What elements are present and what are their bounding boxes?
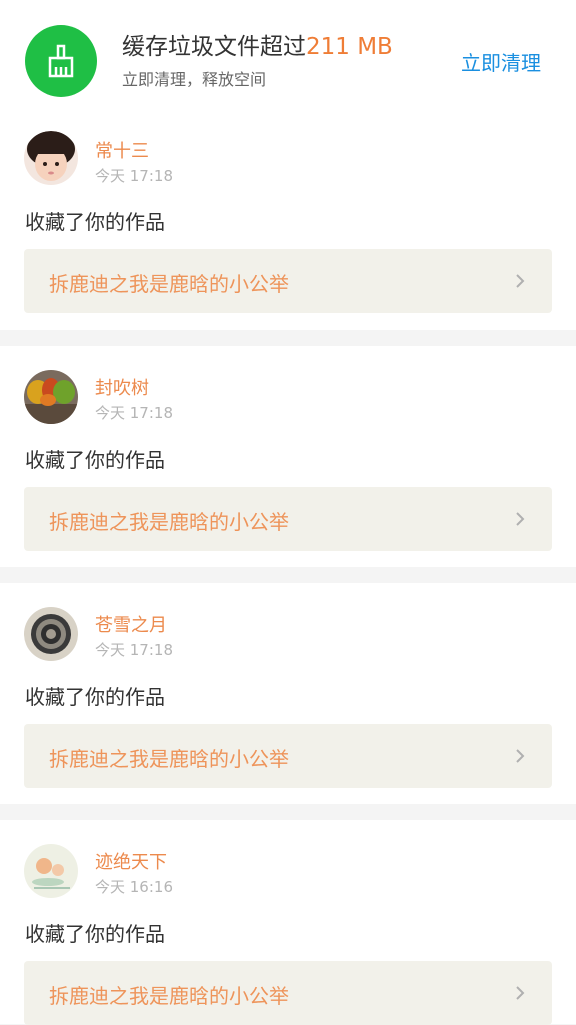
work-title: 拆鹿迪之我是鹿晗的小公举 bbox=[49, 984, 289, 1008]
post-time: 今天 17:18 bbox=[95, 641, 173, 659]
cache-warning-prefix: 缓存垃圾文件超过 bbox=[122, 34, 306, 60]
chevron-right-icon bbox=[516, 749, 525, 763]
post-time: 今天 17:18 bbox=[95, 167, 173, 185]
activity-text: 收藏了你的作品 bbox=[25, 448, 165, 472]
clean-now-button[interactable]: 立即清理 bbox=[461, 47, 541, 76]
feed-card: 迹绝天下 今天 16:16 收藏了你的作品 拆鹿迪之我是鹿晗的小公举 bbox=[0, 820, 576, 1025]
avatar[interactable] bbox=[24, 844, 78, 898]
activity-text: 收藏了你的作品 bbox=[25, 922, 165, 946]
cache-warning-title: 缓存垃圾文件超过211 MB bbox=[122, 27, 393, 61]
chevron-right-icon bbox=[516, 274, 525, 288]
user-name[interactable]: 苍雪之月 bbox=[95, 611, 167, 637]
avatar[interactable] bbox=[24, 370, 78, 424]
chevron-right-icon bbox=[516, 512, 525, 526]
avatar[interactable] bbox=[24, 131, 78, 185]
work-link[interactable]: 拆鹿迪之我是鹿晗的小公举 bbox=[24, 961, 552, 1025]
feed-card: 常十三 今天 17:18 收藏了你的作品 拆鹿迪之我是鹿晗的小公举 bbox=[0, 120, 576, 330]
user-name[interactable]: 迹绝天下 bbox=[95, 848, 167, 874]
work-title: 拆鹿迪之我是鹿晗的小公举 bbox=[49, 747, 289, 771]
post-time: 今天 16:16 bbox=[95, 878, 173, 896]
activity-text: 收藏了你的作品 bbox=[25, 210, 165, 234]
broom-icon bbox=[25, 25, 97, 97]
clean-cache-banner[interactable]: 缓存垃圾文件超过211 MB 立即清理，释放空间 立即清理 bbox=[0, 0, 576, 120]
work-title: 拆鹿迪之我是鹿晗的小公举 bbox=[49, 272, 289, 296]
user-name[interactable]: 常十三 bbox=[95, 137, 149, 163]
cache-warning-subtitle: 立即清理，释放空间 bbox=[122, 70, 267, 89]
feed-card: 封吹树 今天 17:18 收藏了你的作品 拆鹿迪之我是鹿晗的小公举 bbox=[0, 346, 576, 567]
user-name[interactable]: 封吹树 bbox=[95, 374, 149, 400]
post-time: 今天 17:18 bbox=[95, 404, 173, 422]
avatar[interactable] bbox=[24, 607, 78, 661]
work-link[interactable]: 拆鹿迪之我是鹿晗的小公举 bbox=[24, 249, 552, 313]
work-title: 拆鹿迪之我是鹿晗的小公举 bbox=[49, 510, 289, 534]
work-link[interactable]: 拆鹿迪之我是鹿晗的小公举 bbox=[24, 487, 552, 551]
chevron-right-icon bbox=[516, 986, 525, 1000]
work-link[interactable]: 拆鹿迪之我是鹿晗的小公举 bbox=[24, 724, 552, 788]
cache-size: 211 MB bbox=[306, 34, 393, 60]
feed-card: 苍雪之月 今天 17:18 收藏了你的作品 拆鹿迪之我是鹿晗的小公举 bbox=[0, 583, 576, 804]
activity-text: 收藏了你的作品 bbox=[25, 685, 165, 709]
